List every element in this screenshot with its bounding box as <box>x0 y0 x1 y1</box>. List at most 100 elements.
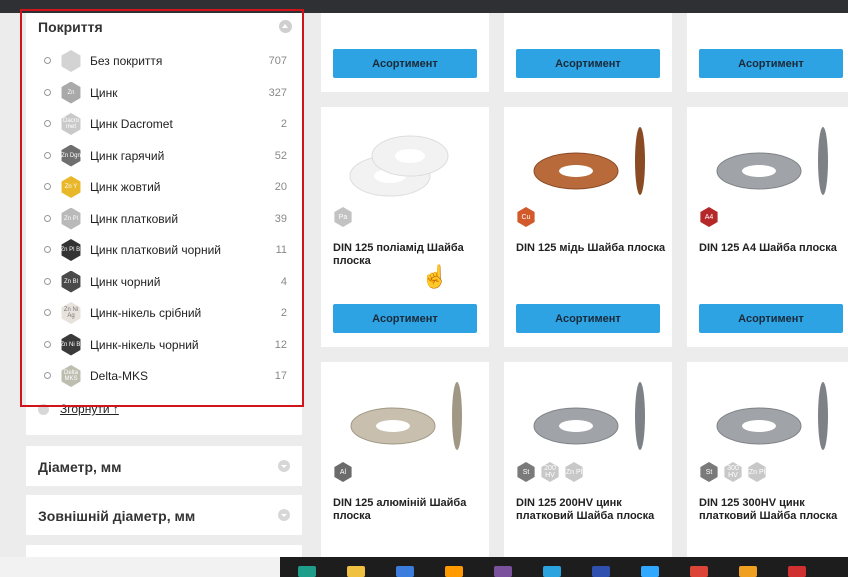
filter-diameter-title: Діаметр, мм <box>38 459 122 475</box>
product-image[interactable] <box>518 121 658 201</box>
collapse-link[interactable]: Згорнути ↑ <box>60 402 119 416</box>
assortment-button[interactable]: Асортимент <box>699 49 843 78</box>
product-image[interactable] <box>335 376 475 456</box>
app3-icon[interactable] <box>739 566 757 577</box>
product-title[interactable]: DIN 125 поліамід Шайба плоска <box>333 242 483 268</box>
material-badge-icon: Zn Pl <box>565 462 583 482</box>
coating-option-label: Delta-MKS <box>90 369 149 383</box>
product-card: Al DIN 125 алюміній Шайба плоска <box>321 362 489 557</box>
assortment-button[interactable]: Асортимент <box>516 49 660 78</box>
product-badges: St 300 HV Zn Pl <box>699 462 767 482</box>
coating-option-label: Цинк жовтий <box>90 180 161 194</box>
radio-button[interactable] <box>44 183 51 190</box>
coating-option[interactable]: Zn Цинк 327 <box>26 78 302 106</box>
app4-icon[interactable] <box>788 566 806 577</box>
telegram-icon[interactable] <box>543 566 561 577</box>
radio-button[interactable] <box>44 120 51 127</box>
coating-badge-icon: Zn Pl <box>61 207 81 230</box>
assortment-button[interactable]: Асортимент <box>699 304 843 333</box>
material-badge-icon: St <box>517 462 535 482</box>
coating-option[interactable]: Zn Ni Bl Цинк-нікель чорний 12 <box>26 330 302 358</box>
assortment-button[interactable]: Асортимент <box>333 49 477 78</box>
radio-button[interactable] <box>44 277 51 285</box>
photoshop-icon[interactable] <box>641 566 659 577</box>
coating-option-label: Цинк-нікель срібний <box>90 306 202 320</box>
coating-badge-icon: Dacro met <box>61 113 81 135</box>
product-card: Pa DIN 125 поліамід Шайба плоска Асортимен… <box>321 107 489 347</box>
chrome-icon[interactable] <box>690 566 708 577</box>
coating-option-count: 17 <box>274 370 287 382</box>
viber-icon[interactable] <box>494 566 512 577</box>
coating-option[interactable]: Без покриття 707 <box>26 46 302 74</box>
filter-next <box>26 545 302 557</box>
radio-button[interactable] <box>44 340 51 348</box>
coating-option-label: Цинк <box>90 85 118 100</box>
product-image[interactable] <box>518 376 658 456</box>
radio-button[interactable] <box>44 372 51 379</box>
coating-option[interactable]: Dacro met Цинк Dacromet 2 <box>26 109 302 137</box>
coating-option[interactable]: Zn Y Цинк жовтий 20 <box>26 172 302 200</box>
radio-button[interactable] <box>44 88 51 96</box>
coating-option-label: Цинк платковий чорний <box>90 243 222 257</box>
coating-option[interactable]: Zn Dgn Цинк гарячий 52 <box>26 141 302 169</box>
expand-icon[interactable] <box>278 509 290 521</box>
material-badge-icon: Al <box>334 462 352 482</box>
radio-button[interactable] <box>44 57 51 64</box>
coating-badge-icon: Zn <box>61 81 81 104</box>
app2-icon[interactable] <box>592 566 610 577</box>
material-badge-icon: Zn Pl <box>748 462 766 482</box>
coating-option[interactable]: Zn Ni Ag Цинк-нікель срібний 2 <box>26 298 302 326</box>
product-card: St 300 HV Zn Pl DIN 125 300HV цинк платкови… <box>687 362 848 557</box>
coating-option-count: 11 <box>275 244 287 256</box>
coating-option[interactable]: Zn Pl Bl Цинк платковий чорний 11 <box>26 235 302 263</box>
material-badge-icon: 300 HV <box>724 462 742 482</box>
product-image[interactable] <box>335 121 475 201</box>
edge-icon[interactable] <box>298 566 316 577</box>
radio-button[interactable] <box>44 309 51 316</box>
coating-badge-icon: Delta MKS <box>61 365 81 387</box>
coating-badge-icon: Zn Bl <box>61 270 81 293</box>
product-badges: Cu <box>516 207 536 227</box>
product-image[interactable] <box>701 376 841 456</box>
material-badge-icon: A4 <box>700 207 718 227</box>
coating-filter-panel: Покриття Без покриття 707 Zn Цинк 327 Dacro m… <box>26 13 302 435</box>
filter-outer-diameter[interactable]: Зовнішній діаметр, мм <box>26 495 302 535</box>
coating-option-count: 2 <box>280 307 287 319</box>
coating-option-count: 707 <box>268 55 287 67</box>
product-title[interactable]: DIN 125 300HV цинк платковий Шайба плоск… <box>699 497 848 523</box>
coating-option-label: Цинк гарячий <box>90 148 165 163</box>
collapse-up-icon[interactable] <box>279 20 292 33</box>
product-image[interactable] <box>701 121 841 201</box>
coating-badge-icon: Zn Pl Bl <box>61 239 81 261</box>
product-badges: Pa <box>333 207 353 227</box>
filter-diameter[interactable]: Діаметр, мм <box>26 446 302 486</box>
radio-button[interactable] <box>44 214 51 222</box>
assortment-button[interactable]: Асортимент <box>333 304 477 333</box>
product-badges: Al <box>333 462 353 482</box>
radio-button[interactable] <box>44 151 51 159</box>
folder-icon[interactable] <box>347 566 365 577</box>
product-title[interactable]: DIN 125 200HV цинк платковий Шайба плоск… <box>516 497 666 523</box>
coating-option-label: Цинк Dacromet <box>90 117 173 131</box>
taskbar <box>0 557 848 577</box>
no-coating-icon <box>61 50 81 72</box>
radio-button[interactable] <box>44 246 51 253</box>
assortment-button[interactable]: Асортимент <box>516 304 660 333</box>
product-title[interactable]: DIN 125 мідь Шайба плоска <box>516 242 666 255</box>
product-title[interactable]: DIN 125 A4 Шайба плоска <box>699 242 848 255</box>
coating-badge-icon: Zn Dgn <box>61 144 81 167</box>
coating-option-count: 327 <box>268 86 287 99</box>
product-title[interactable]: DIN 125 алюміній Шайба плоска <box>333 497 483 523</box>
taskbar-search[interactable] <box>0 557 280 577</box>
app-icon[interactable] <box>396 566 414 577</box>
expand-icon[interactable] <box>278 460 290 472</box>
coating-option-label: Цинк чорний <box>90 274 161 289</box>
product-card: Асортимент <box>504 13 672 92</box>
coating-option[interactable]: Delta MKS Delta-MKS 17 <box>26 361 302 389</box>
coating-option[interactable]: Zn Bl Цинк чорний 4 <box>26 267 302 295</box>
product-card: St 200 HV Zn Pl DIN 125 200HV цинк платкови… <box>504 362 672 557</box>
coating-option[interactable]: Zn Pl Цинк платковий 39 <box>26 204 302 232</box>
filter-sidebar: Покриття Без покриття 707 Zn Цинк 327 Dacro m… <box>26 13 302 557</box>
illustrator-icon[interactable] <box>445 566 463 577</box>
coating-option-count: 20 <box>274 181 287 193</box>
